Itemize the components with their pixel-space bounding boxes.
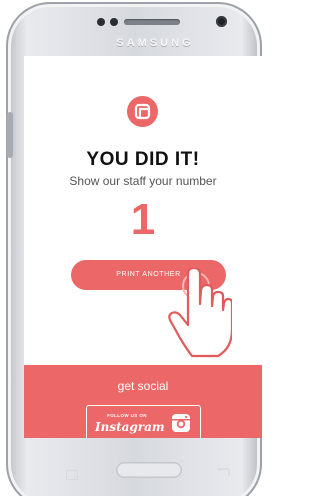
back-icon[interactable] [216,468,230,478]
front-camera-icon [216,16,227,27]
home-button[interactable] [116,462,182,478]
earpiece-speaker [124,19,180,25]
touch-ripple [182,272,210,300]
instagram-follow-button[interactable]: FOLLOW US ON Instagram [86,405,201,438]
sensor-dot [110,18,118,26]
phone-brand: SAMSUNG [116,37,194,49]
queue-number: 1 [130,195,156,244]
social-heading: get social [117,379,169,393]
follow-label: FOLLOW US ON [107,413,147,418]
page-title: YOU DID IT! [86,149,200,170]
app-screen: YOU DID IT! Show our staff your number 1… [24,56,262,438]
phone-side-button [7,112,13,158]
sensor-dot [97,18,105,26]
recent-apps-icon[interactable] [66,470,78,480]
stage: SAMSUNG YOU DID IT! Show our staff your … [0,0,262,496]
instagram-icon [172,414,190,432]
instagram-wordmark: Instagram [95,420,165,434]
page-subtitle: Show our staff your number [69,174,217,188]
sensor-dots [97,18,118,26]
photo-booth-logo-icon [127,96,158,127]
phone-bottom-bezel [24,438,262,480]
social-panel: get social FOLLOW US ON Instagram [24,365,262,438]
